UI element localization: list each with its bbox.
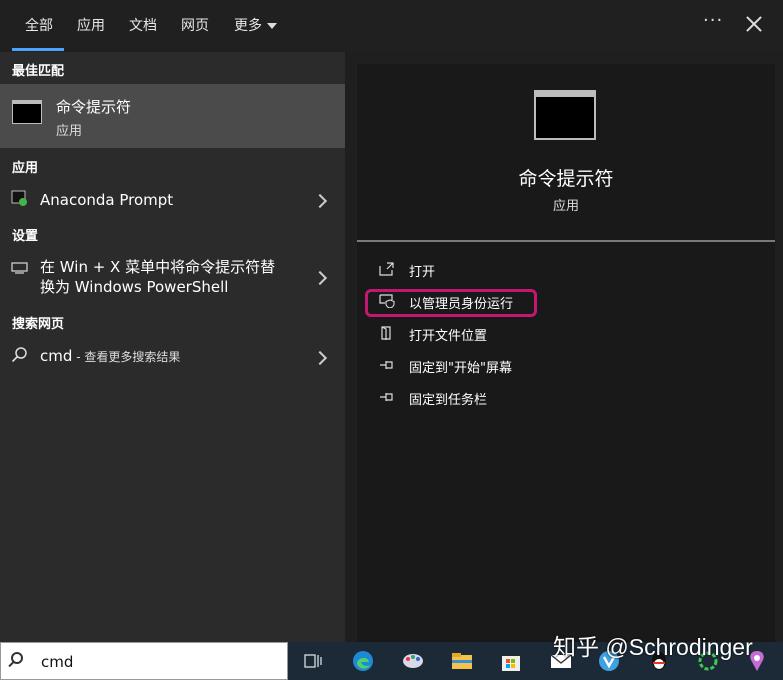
task-view-icon[interactable] (302, 650, 324, 672)
action-open-file-location-label: 打开文件位置 (409, 329, 488, 344)
close-icon[interactable] (745, 15, 763, 33)
list-item-setting[interactable]: 在 Win + X 菜单中将命令提示符替 换为 Windows PowerShe… (0, 252, 345, 300)
command-prompt-icon (12, 100, 42, 124)
web-search-query: cmd (40, 347, 73, 365)
paint-icon[interactable] (402, 650, 424, 672)
action-open[interactable]: 打开 (379, 259, 679, 281)
display-settings-icon (11, 262, 28, 274)
pin-icon (380, 393, 393, 401)
apps-header: 应用 (12, 161, 39, 176)
more-options-icon[interactable]: ··· (703, 10, 723, 31)
web-search-suffix: - 查看更多搜索结果 (72, 350, 181, 364)
search-input[interactable]: cmd (41, 653, 73, 671)
tab-all[interactable]: 全部 (25, 15, 53, 35)
list-item-web-search[interactable]: cmd - 查看更多搜索结果 (0, 340, 345, 372)
file-explorer-icon[interactable] (451, 650, 473, 672)
list-item-anaconda[interactable]: Anaconda Prompt (0, 182, 345, 216)
active-tab-indicator (12, 48, 64, 51)
tab-more-label: 更多 (234, 18, 262, 34)
action-pin-to-taskbar-label: 固定到任务栏 (409, 393, 488, 408)
taskbar-search-box[interactable]: cmd (0, 642, 288, 680)
watermark: 知乎 @Schrodinger (553, 634, 753, 660)
setting-label-line2: 换为 Windows PowerShell (40, 278, 229, 296)
edge-icon[interactable] (352, 650, 374, 672)
best-match-header: 最佳匹配 (12, 64, 65, 79)
setting-label-line1: 在 Win + X 菜单中将命令提示符替 (40, 258, 276, 276)
action-pin-to-start-label: 固定到"开始"屏幕 (409, 361, 512, 376)
store-icon[interactable] (500, 650, 522, 672)
anaconda-prompt-icon (11, 190, 27, 206)
action-open-file-location[interactable]: 打开文件位置 (379, 323, 679, 345)
chevron-right-icon[interactable] (312, 270, 328, 286)
chevron-right-icon[interactable] (312, 193, 328, 209)
tab-apps[interactable]: 应用 (77, 15, 105, 35)
results-panel: 最佳匹配 命令提示符 应用 应用 Anaconda Prompt 设置 在 Wi… (0, 52, 345, 642)
chevron-right-icon[interactable] (312, 350, 328, 366)
chevron-down-icon (267, 23, 277, 29)
settings-header: 设置 (12, 229, 39, 244)
anaconda-prompt-label: Anaconda Prompt (40, 191, 174, 209)
search-icon (11, 347, 27, 363)
tab-documents[interactable]: 文档 (129, 15, 157, 35)
action-pin-to-taskbar[interactable]: 固定到任务栏 (379, 387, 679, 409)
action-open-label: 打开 (409, 265, 436, 280)
best-match-title: 命令提示符 (56, 98, 132, 116)
preview-title: 命令提示符 (518, 168, 614, 190)
action-pin-to-start[interactable]: 固定到"开始"屏幕 (379, 355, 679, 377)
run-as-admin-highlight (365, 289, 537, 317)
best-match-item[interactable]: 命令提示符 应用 (0, 84, 345, 148)
tab-web[interactable]: 网页 (181, 15, 209, 35)
pin-icon (380, 361, 393, 369)
search-icon (11, 652, 23, 664)
command-prompt-large-icon (534, 90, 596, 140)
best-match-subtitle: 应用 (56, 124, 83, 139)
preview-subtitle: 应用 (552, 199, 579, 214)
search-tab-bar: 全部 应用 文档 网页 更多 ··· (0, 0, 783, 52)
open-icon (379, 262, 394, 276)
file-location-icon (381, 326, 391, 340)
preview-divider (357, 240, 775, 242)
tab-more[interactable]: 更多 (234, 15, 277, 35)
preview-panel: 命令提示符 应用 打开 以管理员身份运行 打开文件位置 固定到"开始"屏幕 固定… (357, 64, 775, 642)
web-search-header: 搜索网页 (12, 317, 65, 332)
